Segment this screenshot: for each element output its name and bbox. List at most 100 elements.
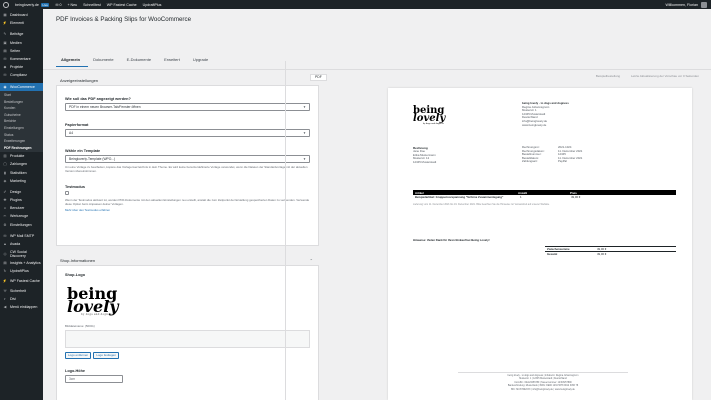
menu-item-marketing[interactable]: ◈ Marketing (0, 177, 43, 185)
menu-label: Avada (10, 242, 21, 246)
menu-label: Plugins (10, 198, 22, 203)
tab-upgrade[interactable]: Upgrade (188, 55, 216, 67)
submenu-item-reports[interactable]: Berichte (0, 118, 43, 125)
toolbar-item-updraftplus[interactable]: UpdraftPlus (140, 0, 165, 9)
site-name-link[interactable]: beingloverly.de Live (12, 0, 52, 9)
menu-item-collapse[interactable]: ◀ Menü einklappen (0, 303, 43, 311)
menu-item-users[interactable]: ☺ Benutzer (0, 204, 43, 212)
menu-item-elementi[interactable]: ⚡ Elementi (0, 19, 43, 27)
menu-item-wp-mail-smtp[interactable]: ✉ WP Mail SMTP (0, 232, 43, 240)
tab-general[interactable]: Allgemein (56, 55, 89, 67)
test-mode-link[interactable]: Mehr über den Testmodus erfahren (65, 208, 110, 212)
menu-item-complianz[interactable]: ✉ Complianz (0, 71, 43, 79)
select-value: A4 (69, 131, 74, 135)
divi-icon: ◐ (3, 296, 7, 301)
menu-item-updraftplus[interactable]: ↻ UpdraftPlus (0, 267, 43, 275)
logo-filename-note: Bilddateiname: (5000x) (65, 324, 95, 328)
submenu-item-pdf-invoices[interactable]: PDF Rechnungen (0, 144, 43, 151)
tab-documents[interactable]: Dokumente (88, 55, 121, 67)
sample-order-select[interactable]: Beispielbestellung (596, 74, 620, 78)
menu-item-projects[interactable]: ◆ Projekte (0, 63, 43, 71)
projects-icon: ◆ (3, 65, 7, 70)
totals-row: Gesamt 49,00 € (545, 251, 676, 256)
menu-item-analytics[interactable]: ▮ Statistiken (0, 168, 43, 176)
menu-label: Marketing (10, 178, 26, 183)
menu-item-pages[interactable]: ▤ Seiten (0, 47, 43, 55)
avatar[interactable] (701, 1, 707, 8)
template-description: Um eine Vorlage zu bearbeiten, kopiere d… (65, 165, 308, 173)
meta-row: Zahlungsart: PayPal (522, 160, 582, 164)
contact-icon: ✉ (3, 73, 7, 78)
live-badge: Live (40, 2, 50, 7)
payments-icon: ▢ (3, 162, 7, 167)
menu-item-posts[interactable]: ✎ Beiträge (0, 30, 43, 38)
wp-logo-menu[interactable] (0, 0, 12, 9)
menu-item-security[interactable]: ⛨ Sicherheit (0, 286, 43, 294)
settings-icon: ⚙ (3, 222, 7, 227)
media-icon: ▣ (3, 40, 7, 45)
menu-label: WooCommerce (10, 84, 35, 89)
toolbar-item-schnelltest[interactable]: Schnelltest (80, 0, 104, 9)
invoice-logo-tagline: by dogs and dogness (423, 123, 444, 125)
menu-label: Seiten (10, 48, 21, 53)
menu-item-settings[interactable]: ⚙ Einstellungen (0, 221, 43, 229)
preview-divider[interactable] (285, 61, 286, 400)
menu-item-payments[interactable]: ▢ Zahlungen (0, 160, 43, 168)
shop-logo-label: Shop-Logo (65, 273, 86, 277)
menu-label: Einstellungen (10, 222, 32, 227)
toolbar-item-fastest-cache[interactable]: WP Fastest Cache (104, 0, 140, 9)
menu-item-cw-social-discovery[interactable]: ◎ CW Social Discovery (0, 248, 43, 259)
test-mode-checkbox[interactable] (65, 191, 69, 195)
tab-advanced[interactable]: Erweitert (159, 55, 188, 67)
address-line: 12345 Musterstadt (413, 159, 437, 164)
menu-item-woocommerce[interactable]: ◉ WooCommerce (0, 82, 43, 91)
how-display-label: Wie soll das PDF angezeigt werden? (65, 97, 131, 101)
submenu-item-status[interactable]: Status (0, 131, 43, 138)
menu-item-avada[interactable]: ▲ Avada (0, 240, 43, 248)
set-logo-button[interactable]: Logo festlegen (93, 352, 119, 359)
how-display-select[interactable]: PDF in einem neuen Browser-Tab/Fenster ö… (65, 103, 310, 111)
menu-label: WP Fastest Cache (10, 278, 40, 283)
submenu-item-start[interactable]: Start (0, 92, 43, 99)
menu-item-products[interactable]: ▥ Produkte (0, 152, 43, 160)
submenu-item-extensions[interactable]: Erweiterungen (0, 138, 43, 145)
menu-item-divi[interactable]: ◐ Divi (0, 295, 43, 303)
menu-item-media[interactable]: ▣ Medien (0, 39, 43, 47)
submenu-item-orders[interactable]: Bestellungen (0, 98, 43, 105)
template-select[interactable]: Beingloverly-Template (WPO...) ▼ (65, 155, 310, 163)
menu-label: Werkzeuge (10, 214, 29, 219)
section-header-shop[interactable]: Shop-Informationen ⌃ (56, 256, 319, 266)
menu-item-tools[interactable]: ✂ Werkzeuge (0, 212, 43, 220)
new-content-link[interactable]: + Neu (64, 0, 80, 9)
totals-value: 49,00 € (597, 247, 607, 251)
paper-size-select[interactable]: A4 ▼ (65, 129, 310, 137)
menu-item-insights[interactable]: ▤ Insights + Analytics (0, 259, 43, 267)
invoice-logo-lovely: lovely (413, 113, 446, 124)
menu-item-comments[interactable]: ✉ Kommentare (0, 55, 43, 63)
chevron-up-icon[interactable]: ⌃ (310, 258, 313, 263)
menu-label: Zahlungen (10, 162, 27, 167)
pdf-button[interactable]: PDF (310, 74, 327, 81)
invoice-totals: Zwischensumme 49,00 € Gesamt 49,00 € (545, 246, 676, 256)
menu-label: Beiträge (10, 32, 24, 37)
preview-updated-note: Letzte Aktualisierung der Vorschau vor 0… (630, 74, 699, 78)
totals-key: Zwischensumme (547, 247, 570, 251)
account-greeting[interactable]: Willkommen, Florian (665, 3, 698, 7)
menu-item-wp-fastest-cache[interactable]: ⚡ WP Fastest Cache (0, 275, 43, 286)
menu-item-design[interactable]: ✐ Design (0, 188, 43, 196)
tab-e-documents[interactable]: E-Dokumente (122, 55, 159, 67)
comments-link[interactable]: ✉ 0 (52, 0, 64, 9)
menu-label: UpdraftPlus (10, 269, 29, 274)
menu-item-dashboard[interactable]: ▦ Dashboard (0, 11, 43, 19)
item-meta: Lieferung vom 11. Dezember 2021 bis 19. … (413, 202, 550, 206)
main-content: PDF Invoices & Packing Slips for WooComm… (43, 9, 711, 400)
submenu-item-customers[interactable]: Kunden (0, 105, 43, 112)
menu-item-plugins[interactable]: ✚ Plugins (0, 196, 43, 204)
logo-height-input[interactable]: 3cm (65, 375, 123, 383)
remove-logo-button[interactable]: Logo entfernen (65, 352, 92, 359)
section-header-display[interactable]: Anzeigeeinstellungen ⌃ (56, 76, 319, 86)
totals-value: 49,00 € (597, 252, 607, 256)
dashboard-icon: ▦ (3, 13, 7, 18)
submenu-item-settings[interactable]: Einstellungen (0, 125, 43, 132)
submenu-item-coupons[interactable]: Gutscheine (0, 111, 43, 118)
